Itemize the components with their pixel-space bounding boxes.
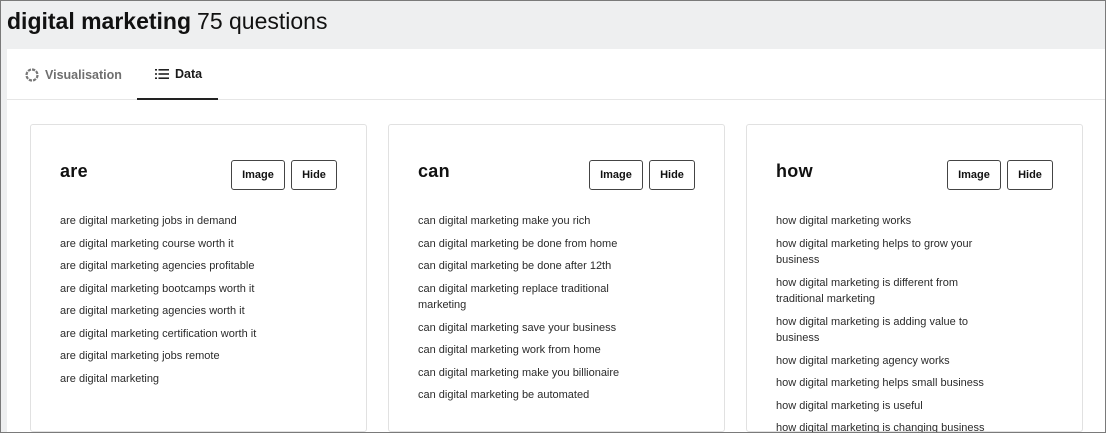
- card-title: can: [418, 161, 450, 181]
- question-item[interactable]: are digital marketing jobs in demand: [60, 213, 292, 230]
- tab-data-label: Data: [175, 66, 203, 81]
- question-item[interactable]: can digital marketing save your business: [418, 320, 650, 337]
- search-keyword: digital marketing: [7, 8, 192, 34]
- question-item[interactable]: are digital marketing agencies worth it: [60, 303, 292, 320]
- question-item[interactable]: can digital marketing be done from home: [418, 236, 650, 253]
- question-list: can digital marketing make you rich can …: [418, 213, 650, 410]
- question-item[interactable]: can digital marketing make you rich: [418, 213, 650, 230]
- app-frame: digital marketing 75 questions Visualisat…: [0, 0, 1106, 433]
- question-item[interactable]: can digital marketing work from home: [418, 342, 650, 359]
- question-item[interactable]: are digital marketing agencies profitabl…: [60, 258, 292, 275]
- image-button[interactable]: Image: [589, 160, 643, 190]
- hide-button[interactable]: Hide: [649, 160, 695, 190]
- spinner-circle-icon: [25, 67, 39, 82]
- tab-visualisation[interactable]: Visualisation: [25, 49, 122, 100]
- title-bar: digital marketing 75 questions: [1, 1, 1105, 49]
- question-item[interactable]: can digital marketing be automated: [418, 387, 650, 404]
- question-item[interactable]: are digital marketing course worth it: [60, 236, 292, 253]
- hide-button[interactable]: Hide: [291, 160, 337, 190]
- question-item[interactable]: how digital marketing is useful: [776, 398, 1008, 415]
- question-item[interactable]: how digital marketing agency works: [776, 353, 1008, 370]
- question-card-can: can Image Hide can digital marketing mak…: [388, 124, 725, 432]
- question-item[interactable]: are digital marketing bootcamps worth it: [60, 281, 292, 298]
- question-item[interactable]: how digital marketing works: [776, 213, 1008, 230]
- question-item[interactable]: how digital marketing helps to grow your…: [776, 236, 1008, 269]
- question-item[interactable]: are digital marketing: [60, 371, 292, 388]
- page-title: digital marketing 75 questions: [7, 6, 327, 36]
- question-card-how: how Image Hide how digital marketing wor…: [746, 124, 1083, 432]
- card-title: how: [776, 161, 813, 181]
- question-item[interactable]: how digital marketing helps small busine…: [776, 375, 1008, 392]
- question-item[interactable]: are digital marketing certification wort…: [60, 326, 292, 343]
- question-count: 75 questions: [197, 8, 328, 34]
- image-button[interactable]: Image: [947, 160, 1001, 190]
- question-list: how digital marketing works how digital …: [776, 213, 1008, 432]
- question-item[interactable]: how digital marketing is different from …: [776, 275, 1008, 308]
- question-list: are digital marketing jobs in demand are…: [60, 213, 292, 393]
- card-title: are: [60, 161, 88, 181]
- question-item[interactable]: can digital marketing be done after 12th: [418, 258, 650, 275]
- tab-data[interactable]: Data: [137, 49, 218, 100]
- question-item[interactable]: how digital marketing is adding value to…: [776, 314, 1008, 347]
- image-button[interactable]: Image: [231, 160, 285, 190]
- question-card-are: are Image Hide are digital marketing job…: [30, 124, 367, 432]
- question-item[interactable]: can digital marketing replace traditiona…: [418, 281, 650, 314]
- main-content: Visualisation Data are Image Hide are di…: [7, 49, 1105, 432]
- list-icon: [155, 68, 169, 80]
- question-item[interactable]: can digital marketing make you billionai…: [418, 365, 650, 382]
- tab-bar: Visualisation Data: [7, 49, 1105, 100]
- question-item[interactable]: are digital marketing jobs remote: [60, 348, 292, 365]
- tab-visualisation-label: Visualisation: [45, 67, 122, 82]
- question-item[interactable]: how digital marketing is changing busine…: [776, 420, 1008, 432]
- hide-button[interactable]: Hide: [1007, 160, 1053, 190]
